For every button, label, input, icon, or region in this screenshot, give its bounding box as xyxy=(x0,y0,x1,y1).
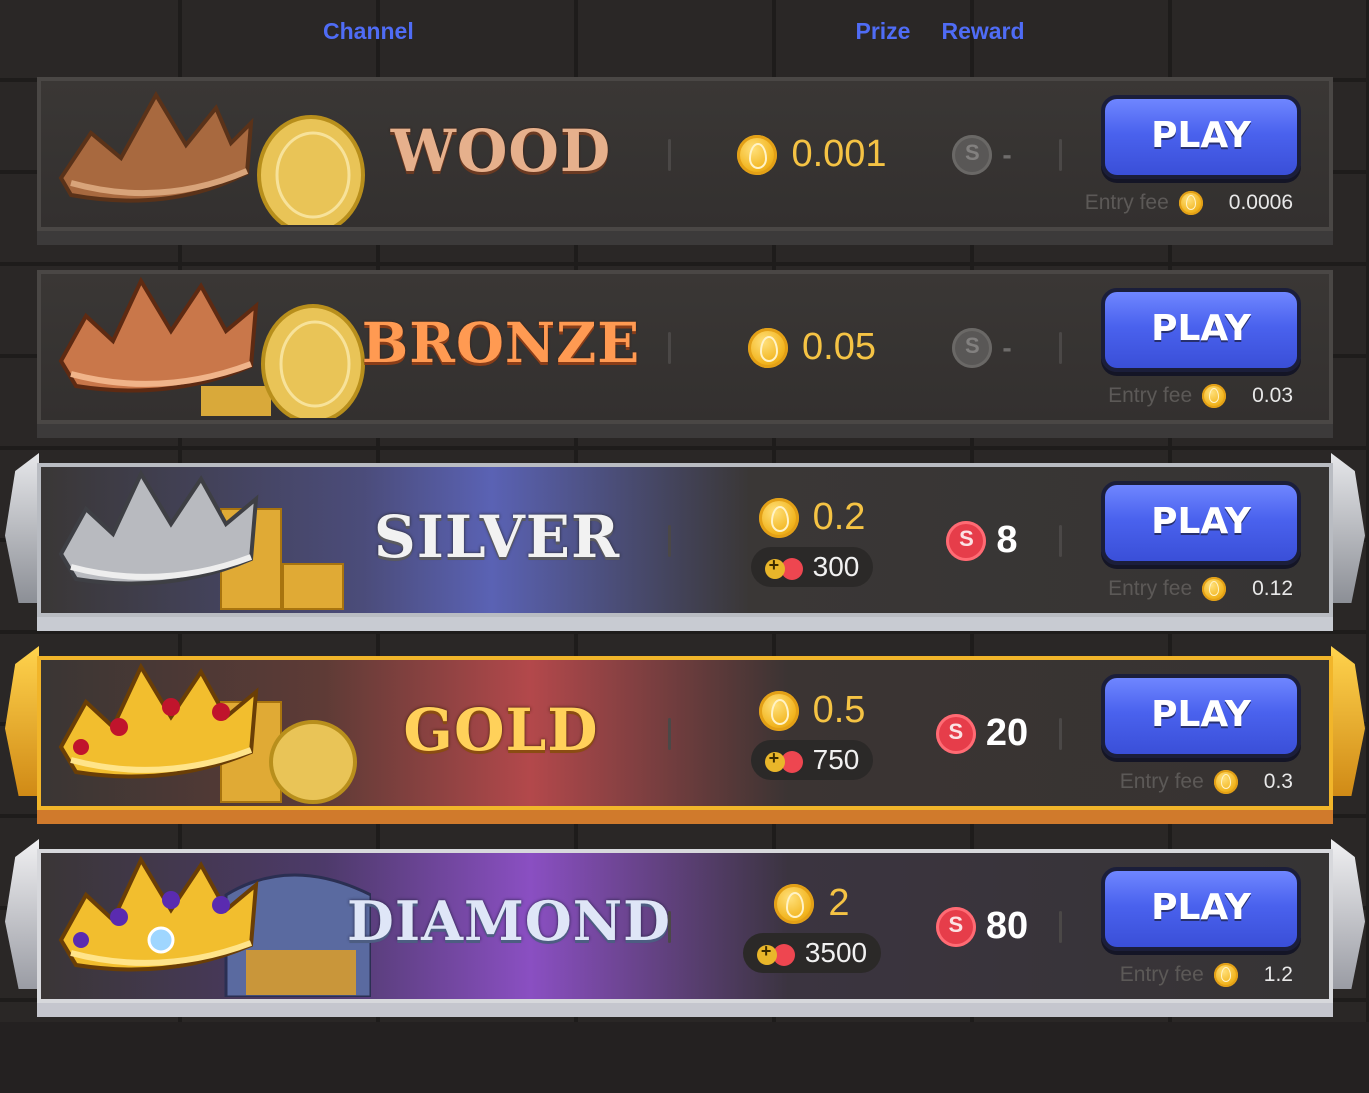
reward-cell: 8 xyxy=(907,519,1057,562)
separator xyxy=(668,139,671,171)
prize-value: 2 xyxy=(828,882,850,925)
row-shelf xyxy=(37,424,1333,438)
bonus-value: 3500 xyxy=(804,937,868,969)
table-header: Channel Prize Reward xyxy=(0,0,1369,70)
entry-fee: Entry fee 0.03 xyxy=(1108,384,1293,409)
prize-cell: 2 3500 xyxy=(697,881,927,974)
channel-row-wood: WOOD 0.001 - PLAY Entry fee 0.0006 xyxy=(37,77,1333,247)
prize-value: 0.2 xyxy=(812,496,866,539)
channel-row-silver: SILVER 0.2 300 8 PLAY Entry fee 0.12 xyxy=(5,453,1365,633)
prize-cell: 0.2 300 xyxy=(697,495,927,588)
separator xyxy=(668,911,671,943)
row-shelf xyxy=(37,231,1333,245)
plus-coin-icon xyxy=(764,748,785,773)
reward-token-icon xyxy=(935,713,976,754)
channel-row-bronze: BRONZE 0.05 - PLAY Entry fee 0.03 xyxy=(37,270,1333,440)
reward-column-header: Reward xyxy=(941,18,1025,44)
eos-coin-icon xyxy=(1178,191,1203,216)
reward-value: - xyxy=(1002,332,1012,363)
eos-coin-icon xyxy=(737,134,778,175)
tier-name: WOOD xyxy=(390,117,612,185)
separator xyxy=(1059,911,1062,943)
play-button[interactable]: PLAY xyxy=(1101,481,1301,565)
play-button[interactable]: PLAY xyxy=(1101,674,1301,758)
bonus-value: 300 xyxy=(812,551,860,583)
play-button[interactable]: PLAY xyxy=(1101,95,1301,179)
entry-fee-label: Entry fee xyxy=(1108,577,1193,601)
entry-fee-label: Entry fee xyxy=(1119,963,1204,987)
prize-value: 0.001 xyxy=(791,133,887,176)
bonus-badge: 300 xyxy=(750,547,874,588)
tier-name: BRONZE xyxy=(361,310,641,375)
reward-cell: - xyxy=(907,328,1057,368)
channel-row-gold: GOLD 0.5 750 20 PLAY Entry fee 0.3 xyxy=(5,646,1365,826)
prize-cell: 0.05 xyxy=(697,325,927,369)
eos-coin-icon xyxy=(1213,963,1238,988)
eos-coin-icon xyxy=(1202,577,1227,602)
channel-column-header: Channel xyxy=(323,18,414,44)
separator xyxy=(668,332,671,364)
diamond-crown-icon xyxy=(58,855,371,997)
plus-coin-icon xyxy=(764,555,785,580)
separator xyxy=(1059,718,1062,750)
eos-coin-icon xyxy=(758,690,799,731)
entry-fee-label: Entry fee xyxy=(1108,384,1193,408)
tier-name: GOLD xyxy=(403,696,599,764)
eos-coin-icon xyxy=(748,327,789,368)
separator xyxy=(668,525,671,557)
wood-crown-icon xyxy=(58,91,365,225)
reward-value: - xyxy=(1002,139,1012,170)
separator xyxy=(1059,525,1062,557)
entry-fee-value: 1.2 xyxy=(1263,963,1293,987)
reward-token-icon xyxy=(952,135,993,175)
separator xyxy=(668,718,671,750)
plus-coin-icon xyxy=(756,941,777,966)
reward-value: 80 xyxy=(985,905,1029,947)
separator xyxy=(1059,332,1062,364)
reward-cell: 80 xyxy=(907,905,1057,948)
bonus-badge: 3500 xyxy=(742,933,882,974)
entry-fee-label: Entry fee xyxy=(1084,191,1169,215)
reward-cell: 20 xyxy=(907,712,1057,755)
tier-name: SILVER xyxy=(373,503,621,571)
entry-fee-value: 0.3 xyxy=(1263,770,1293,794)
silver-crown-icon xyxy=(58,469,344,610)
bottom-floor xyxy=(0,1022,1369,1093)
tier-name: DIAMOND xyxy=(347,889,671,953)
entry-fee: Entry fee 0.12 xyxy=(1108,577,1293,602)
entry-fee-label: Entry fee xyxy=(1119,770,1204,794)
entry-fee: Entry fee 0.3 xyxy=(1119,770,1293,795)
row-shelf xyxy=(37,810,1333,824)
row-shelf xyxy=(37,617,1333,631)
reward-cell: - xyxy=(907,135,1057,175)
reward-value: 8 xyxy=(996,519,1018,561)
entry-fee-value: 0.03 xyxy=(1252,384,1293,408)
eos-coin-icon xyxy=(774,883,815,924)
entry-fee-value: 0.12 xyxy=(1252,577,1293,601)
eos-coin-icon xyxy=(1202,384,1227,409)
prize-cell: 0.001 xyxy=(697,132,927,176)
prize-value: 0.05 xyxy=(802,326,876,369)
row-shelf xyxy=(37,1003,1333,1017)
entry-fee: Entry fee 1.2 xyxy=(1119,963,1293,988)
prize-value: 0.5 xyxy=(812,689,866,732)
gold-crown-icon xyxy=(58,662,357,804)
reward-token-icon xyxy=(935,906,976,947)
bonus-badge: 750 xyxy=(750,740,874,781)
reward-value: 20 xyxy=(985,712,1029,754)
bonus-value: 750 xyxy=(812,744,860,776)
reward-token-icon xyxy=(946,520,987,561)
play-button[interactable]: PLAY xyxy=(1101,867,1301,951)
play-button[interactable]: PLAY xyxy=(1101,288,1301,372)
entry-fee-value: 0.0006 xyxy=(1228,191,1293,215)
eos-coin-icon xyxy=(758,497,799,538)
prize-cell: 0.5 750 xyxy=(697,688,927,781)
eos-coin-icon xyxy=(1213,770,1238,795)
entry-fee: Entry fee 0.0006 xyxy=(1084,191,1293,216)
reward-token-icon xyxy=(952,328,993,368)
separator xyxy=(1059,139,1062,171)
bronze-crown-icon xyxy=(58,276,365,418)
channel-row-diamond: DIAMOND 2 3500 80 PLAY Entry fee 1.2 xyxy=(5,839,1365,1019)
